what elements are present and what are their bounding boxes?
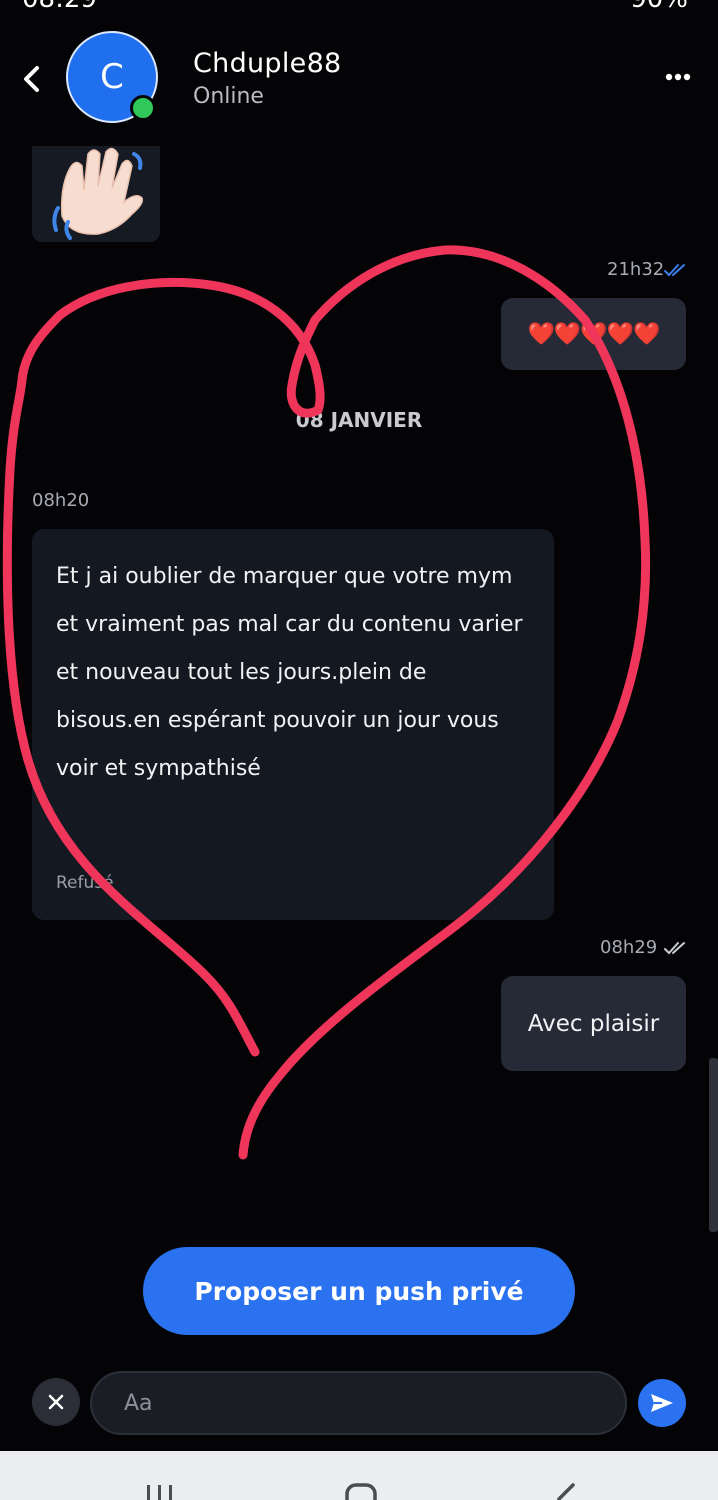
send-button[interactable] bbox=[638, 1379, 686, 1427]
more-icon bbox=[665, 73, 691, 81]
date-separator: 08 JANVIER bbox=[295, 408, 423, 432]
contact-status: Online bbox=[193, 84, 264, 109]
status-bar: 08:29 90% bbox=[0, 0, 718, 14]
waving-hand-emoji bbox=[52, 147, 144, 240]
message-text: Avec plaisir bbox=[527, 1010, 660, 1037]
home-icon[interactable] bbox=[340, 1481, 380, 1500]
waving-hand-message[interactable] bbox=[32, 146, 160, 242]
message-bubble-outgoing[interactable]: ❤️❤️❤️❤️❤️ bbox=[501, 298, 686, 370]
avatar-letter: C bbox=[100, 57, 124, 97]
message-text: ❤️❤️❤️❤️❤️ bbox=[527, 321, 661, 347]
message-text: Et j ai oublier de marquer que votre mym… bbox=[56, 564, 523, 781]
close-icon bbox=[48, 1394, 64, 1410]
system-nav-bar bbox=[0, 1451, 718, 1500]
double-check-icon bbox=[664, 264, 685, 277]
propose-push-button[interactable]: Proposer un push privé bbox=[143, 1247, 575, 1335]
close-button[interactable] bbox=[32, 1378, 80, 1426]
scrollbar[interactable] bbox=[709, 1058, 718, 1232]
back-nav-icon[interactable] bbox=[545, 1481, 585, 1500]
message-input[interactable] bbox=[90, 1371, 627, 1435]
back-arrow-icon bbox=[24, 66, 39, 92]
status-battery: 90% bbox=[630, 0, 688, 14]
message-time: 08h20 bbox=[32, 490, 90, 511]
message-bubble-outgoing[interactable]: Avec plaisir bbox=[501, 976, 686, 1071]
status-time: 08:29 bbox=[22, 0, 97, 14]
send-icon bbox=[651, 1394, 673, 1412]
message-bubble-incoming[interactable]: Et j ai oublier de marquer que votre mym… bbox=[32, 529, 554, 920]
back-button[interactable] bbox=[12, 58, 52, 100]
message-time: 08h29 bbox=[600, 937, 658, 958]
message-status: Refusé bbox=[56, 873, 114, 893]
message-time: 21h32 bbox=[607, 259, 665, 280]
more-options-button[interactable] bbox=[660, 62, 696, 92]
recent-apps-icon[interactable] bbox=[140, 1481, 180, 1500]
contact-name[interactable]: Chduple88 bbox=[193, 48, 342, 79]
online-indicator bbox=[130, 95, 156, 121]
double-check-icon bbox=[664, 942, 685, 955]
